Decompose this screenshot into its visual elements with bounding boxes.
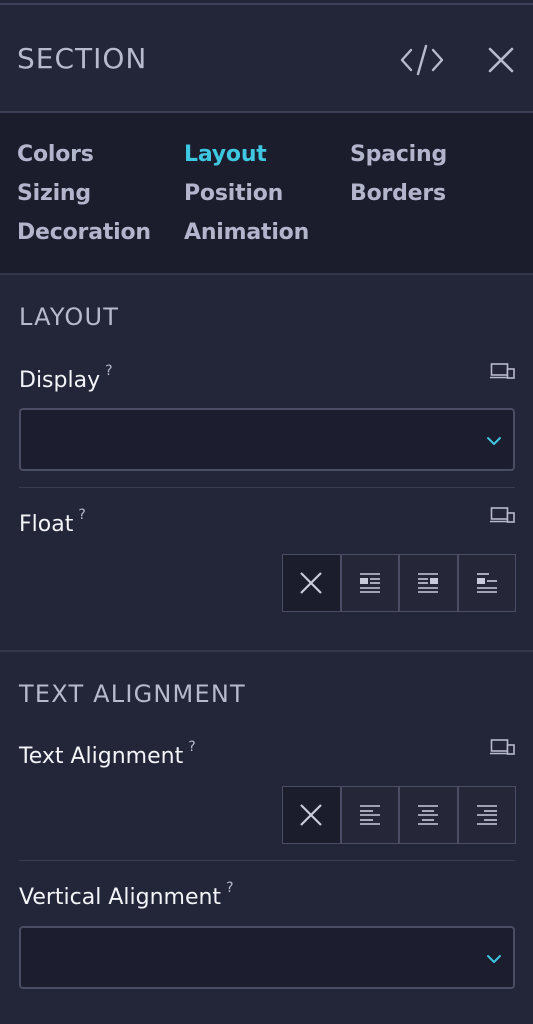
none-icon <box>300 804 323 826</box>
divider <box>19 860 515 861</box>
text-align-center-button[interactable] <box>399 786 458 844</box>
float-label: Float? <box>19 507 86 537</box>
devices-icon <box>490 739 515 755</box>
close-icon <box>488 47 514 73</box>
devices-icon <box>490 507 515 523</box>
align-center-icon <box>418 805 439 825</box>
tab-animation[interactable]: Animation <box>184 220 309 245</box>
float-none-button[interactable] <box>282 554 341 612</box>
vertical-alignment-select[interactable] <box>19 926 515 989</box>
responsive-toggle-display[interactable] <box>490 362 516 382</box>
text-align-right-button[interactable] <box>457 786 516 844</box>
display-label: Display? <box>19 363 113 393</box>
float-inline-button[interactable] <box>457 554 516 612</box>
code-icon <box>400 44 444 76</box>
display-label-text: Display <box>19 368 101 393</box>
tab-spacing[interactable]: Spacing <box>350 142 447 167</box>
responsive-toggle-float[interactable] <box>490 506 516 526</box>
text-alignment-label: Text Alignment? <box>19 739 196 769</box>
layout-section-heading: LAYOUT <box>19 303 120 331</box>
float-label-text: Float <box>19 512 74 537</box>
text-alignment-help-icon[interactable]: ? <box>188 739 195 755</box>
vertical-alignment-help-icon[interactable]: ? <box>226 880 233 896</box>
none-icon <box>300 572 323 594</box>
vertical-alignment-label: Vertical Alignment? <box>19 880 234 910</box>
float-help-icon[interactable]: ? <box>78 507 85 523</box>
display-help-icon[interactable]: ? <box>105 363 112 379</box>
tab-borders[interactable]: Borders <box>350 181 446 206</box>
float-left-alt-icon <box>476 573 497 593</box>
tab-colors[interactable]: Colors <box>17 142 94 167</box>
close-button[interactable] <box>482 40 520 80</box>
chevron-down-icon <box>487 437 501 445</box>
align-right-icon <box>476 805 497 825</box>
devices-icon <box>490 363 515 379</box>
responsive-toggle-text-alignment[interactable] <box>490 738 516 758</box>
float-right-icon <box>418 573 439 593</box>
tab-layout[interactable]: Layout <box>184 142 267 167</box>
align-left-icon <box>359 805 380 825</box>
section-divider <box>0 650 533 652</box>
vertical-alignment-label-text: Vertical Alignment <box>19 885 222 910</box>
top-border <box>0 0 533 5</box>
divider <box>19 487 515 488</box>
code-view-button[interactable] <box>399 40 445 80</box>
float-right-button[interactable] <box>399 554 458 612</box>
display-select[interactable] <box>19 408 515 471</box>
tab-sizing[interactable]: Sizing <box>17 181 91 206</box>
text-alignment-label-text: Text Alignment <box>19 744 184 769</box>
text-align-left-button[interactable] <box>340 786 399 844</box>
tab-position[interactable]: Position <box>184 181 283 206</box>
style-tabs: Colors Layout Spacing Sizing Position Bo… <box>0 113 533 275</box>
panel-title: SECTION <box>17 42 148 75</box>
tab-decoration[interactable]: Decoration <box>17 220 151 245</box>
text-align-none-button[interactable] <box>282 786 341 844</box>
float-button-group <box>282 554 516 612</box>
panel-header: SECTION <box>0 6 533 113</box>
text-alignment-button-group <box>282 786 516 844</box>
text-alignment-section-heading: TEXT ALIGNMENT <box>19 680 246 708</box>
float-left-icon <box>359 573 380 593</box>
chevron-down-icon <box>487 955 501 963</box>
float-left-button[interactable] <box>340 554 399 612</box>
